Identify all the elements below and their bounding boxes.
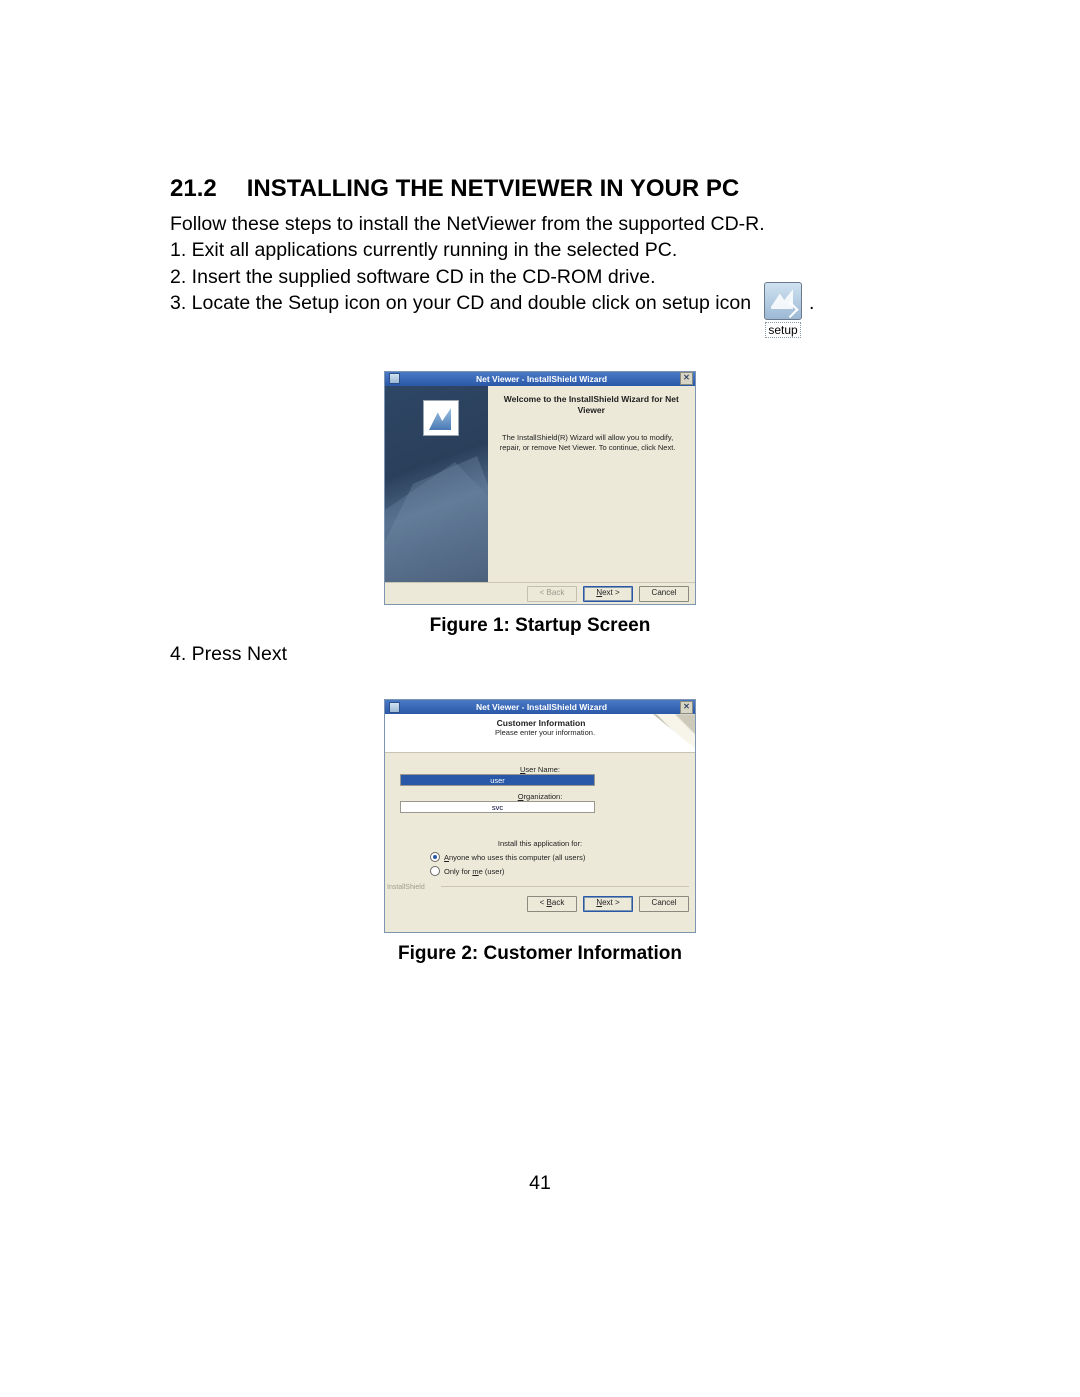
- close-icon[interactable]: ✕: [680, 701, 693, 714]
- username-input[interactable]: user: [400, 774, 595, 786]
- figure-1: Net Viewer - InstallShield Wizard ✕ Welc…: [170, 371, 910, 637]
- back-button[interactable]: < Back: [527, 896, 577, 912]
- titlebar: Net Viewer - InstallShield Wizard ✕: [385, 700, 695, 714]
- welcome-heading: Welcome to the InstallShield Wizard for …: [498, 394, 685, 415]
- wizard-footer: < Back Next > Cancel: [385, 893, 695, 915]
- installshield-logo-icon: [423, 400, 459, 436]
- divider: [441, 886, 689, 887]
- organization-label: Organization:: [400, 792, 680, 801]
- section-number: 21.2: [170, 175, 217, 203]
- install-for-label: Install this application for:: [400, 839, 680, 848]
- radio-only-me[interactable]: Only for me (user): [430, 866, 680, 876]
- step-4: 4. Press Next: [170, 641, 910, 667]
- installshield-watermark: InstallShield: [387, 884, 425, 891]
- wizard-sidebar-graphic: [385, 386, 488, 582]
- organization-input[interactable]: svc: [400, 801, 595, 813]
- radio-all-users[interactable]: Anyone who uses this computer (all users…: [430, 852, 680, 862]
- next-button[interactable]: Next >: [583, 586, 633, 602]
- figure-1-caption: Figure 1: Startup Screen: [170, 615, 910, 637]
- figure-2-caption: Figure 2: Customer Information: [170, 943, 910, 965]
- radio-icon: [430, 852, 440, 862]
- wizard-header-banner: Customer Information Please enter your i…: [385, 714, 695, 753]
- section-title: INSTALLING THE NETVIEWER IN YOUR PC: [247, 175, 739, 203]
- figure-2: Net Viewer - InstallShield Wizard ✕ Cust…: [170, 699, 910, 703]
- banner-subtitle: Please enter your information.: [403, 728, 687, 737]
- intro-text: Follow these steps to install the NetVie…: [170, 211, 910, 237]
- close-icon[interactable]: ✕: [680, 372, 693, 385]
- wizard-content: Welcome to the InstallShield Wizard for …: [488, 386, 695, 582]
- step-3: 3. Locate the Setup icon on your CD and …: [170, 290, 751, 316]
- wizard-window-customer-info: Net Viewer - InstallShield Wizard ✕ Cust…: [384, 699, 696, 933]
- setup-icon-caption: setup: [765, 322, 800, 338]
- inline-setup-icon-block: setup: [759, 282, 807, 339]
- step-3-trailer: .: [809, 290, 814, 316]
- cancel-button[interactable]: Cancel: [639, 896, 689, 912]
- document-page: 21.2 INSTALLING THE NETVIEWER IN YOUR PC…: [0, 0, 1080, 1397]
- username-label: User Name:: [400, 765, 680, 774]
- setup-icon: [764, 282, 802, 320]
- radio-icon: [430, 866, 440, 876]
- step-3-row: 3. Locate the Setup icon on your CD and …: [170, 290, 910, 339]
- window-title: Net Viewer - InstallShield Wizard: [403, 374, 680, 384]
- wizard-body: User Name: user Organization: svc Instal…: [385, 753, 695, 915]
- titlebar: Net Viewer - InstallShield Wizard ✕: [385, 372, 695, 386]
- radio-label: Only for me (user): [444, 867, 504, 876]
- wizard-window-startup: Net Viewer - InstallShield Wizard ✕ Welc…: [384, 371, 696, 605]
- welcome-description: The InstallShield(R) Wizard will allow y…: [498, 433, 678, 452]
- app-icon: [389, 373, 400, 384]
- radio-label: Anyone who uses this computer (all users…: [444, 853, 585, 862]
- step-1: 1. Exit all applications currently runni…: [170, 237, 910, 263]
- app-icon: [389, 702, 400, 713]
- page-number: 41: [0, 1172, 1080, 1195]
- wizard-footer: < Back Next > Cancel: [385, 582, 695, 605]
- banner-title: Customer Information: [395, 718, 687, 728]
- wizard-body: Welcome to the InstallShield Wizard for …: [385, 386, 695, 582]
- window-title: Net Viewer - InstallShield Wizard: [403, 702, 680, 712]
- cancel-button[interactable]: Cancel: [639, 586, 689, 602]
- back-button[interactable]: < Back: [527, 586, 577, 602]
- next-button[interactable]: Next >: [583, 896, 633, 912]
- section-heading: 21.2 INSTALLING THE NETVIEWER IN YOUR PC: [170, 175, 910, 203]
